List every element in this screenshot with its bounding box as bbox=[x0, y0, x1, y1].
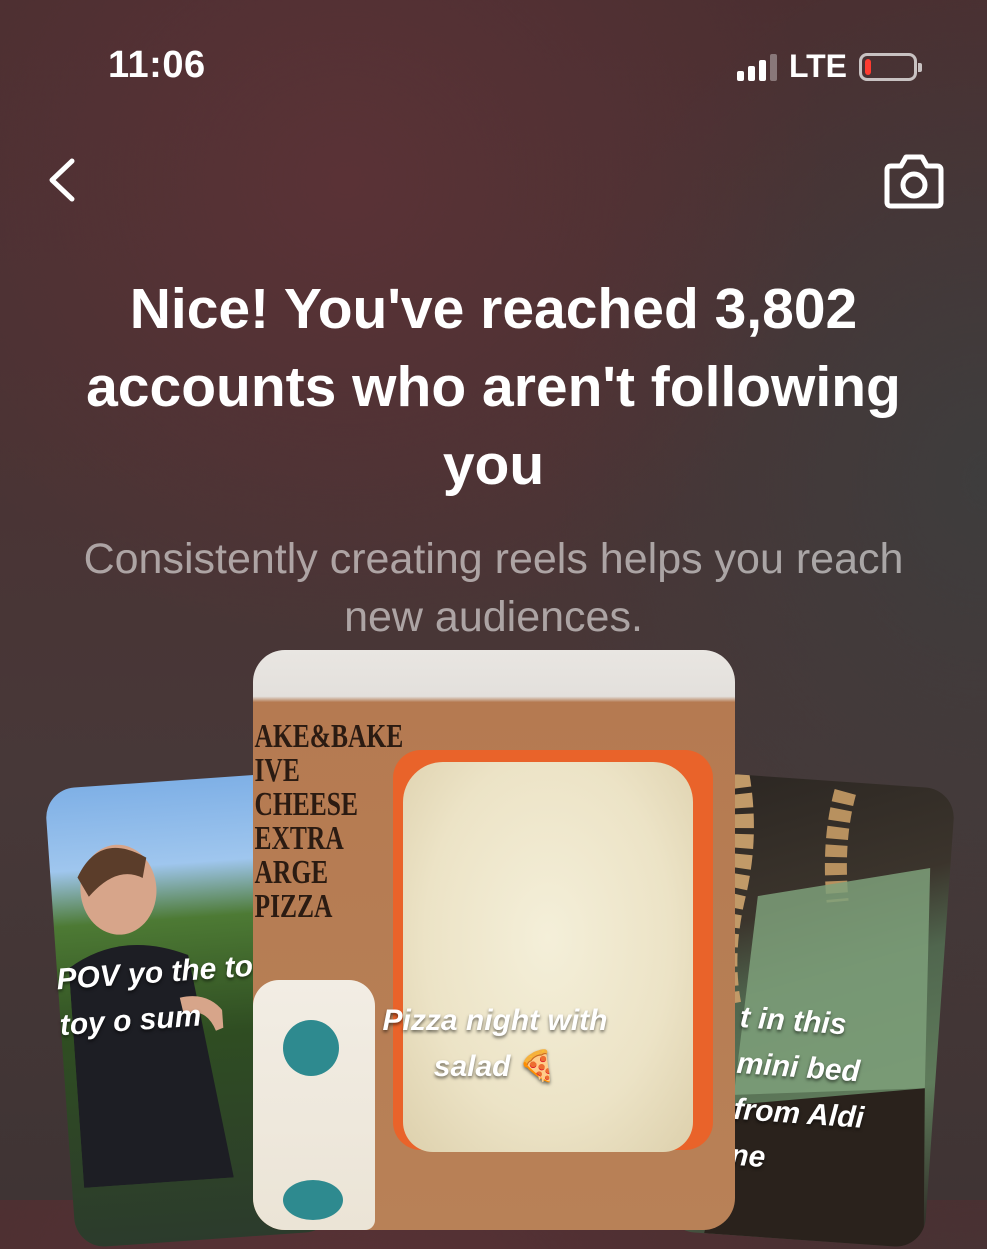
camera-button[interactable] bbox=[883, 152, 945, 210]
chevron-left-icon bbox=[49, 158, 75, 202]
battery-level bbox=[865, 58, 871, 75]
headline: Nice! You've reached 3,802 accounts who … bbox=[86, 277, 901, 497]
signal-icon bbox=[736, 53, 777, 81]
status-indicators: LTE bbox=[736, 48, 922, 85]
pizza-box-label: AKE&BAKE IVE CHEESE EXTRA ARGE PIZZA bbox=[254, 718, 404, 925]
caption-text: salad bbox=[433, 1050, 511, 1083]
ranch-brand-logo bbox=[283, 1180, 343, 1220]
back-button[interactable] bbox=[40, 155, 90, 205]
subtext: Consistently creating reels helps you re… bbox=[83, 535, 904, 641]
battery-icon bbox=[859, 52, 922, 81]
pizza-icon: 🍕 bbox=[518, 1050, 557, 1083]
camera-icon bbox=[884, 154, 944, 209]
pizza-image bbox=[403, 762, 693, 1152]
reel-thumbnail-center[interactable]: AKE&BAKE IVE CHEESE EXTRA ARGE PIZZA bbox=[253, 650, 735, 1230]
network-label: LTE bbox=[788, 48, 847, 84]
reel-caption-center: Pizza night with salad 🍕 bbox=[300, 998, 690, 1090]
reel-caption-right: t in this mini bed from Aldi ne bbox=[729, 1000, 865, 1175]
status-time: 11:06 bbox=[108, 44, 206, 86]
reel-caption-left: POV yo the to toy o sum bbox=[55, 949, 254, 1043]
caption-line: salad 🍕 bbox=[300, 1044, 690, 1090]
caption-line: Pizza night with bbox=[382, 1004, 608, 1037]
